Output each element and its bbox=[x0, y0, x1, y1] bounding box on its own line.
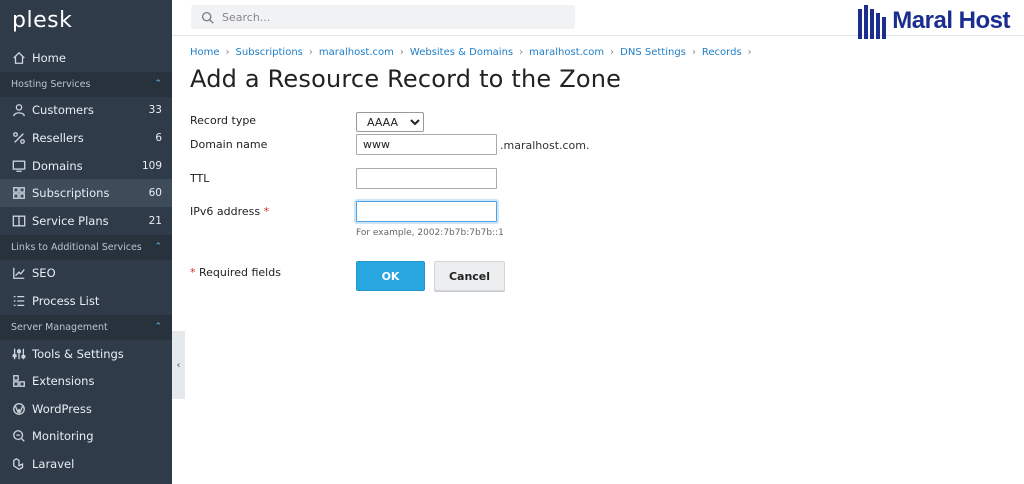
domain-suffix: .maralhost.com. bbox=[500, 139, 590, 152]
search-icon bbox=[201, 11, 214, 24]
chevron-up-icon: ⌃ bbox=[154, 79, 162, 90]
count-badge: 109 bbox=[141, 159, 162, 172]
sidebar-item-extensions[interactable]: Extensions bbox=[0, 367, 172, 395]
sidebar-item-label: Subscriptions bbox=[32, 186, 110, 201]
brand-mark-icon bbox=[858, 3, 890, 39]
search-input[interactable] bbox=[222, 10, 562, 24]
required-star: * bbox=[263, 205, 270, 218]
ok-button[interactable]: OK bbox=[356, 261, 425, 291]
sidebar-item-label: Monitoring bbox=[32, 429, 94, 444]
chevron-up-icon: ⌃ bbox=[154, 322, 162, 333]
section-hosting-services[interactable]: Hosting Services ⌃ bbox=[0, 71, 172, 97]
sidebar-item-process-list[interactable]: Process List bbox=[0, 287, 172, 315]
breadcrumb-dns-settings[interactable]: DNS Settings bbox=[620, 47, 686, 58]
sidebar-item-domains[interactable]: Domains 109 bbox=[0, 152, 172, 180]
breadcrumb-subscriptions[interactable]: Subscriptions bbox=[236, 47, 303, 58]
ttl-input[interactable] bbox=[356, 168, 497, 189]
monitor-icon bbox=[11, 158, 27, 174]
sidebar-item-resellers[interactable]: Resellers 6 bbox=[0, 124, 172, 152]
plesk-logo[interactable]: plesk bbox=[0, 0, 172, 44]
page-title: Add a Resource Record to the Zone bbox=[190, 65, 622, 93]
ipv6-address-label: IPv6 address * bbox=[190, 205, 270, 218]
sidebar-item-label: Process List bbox=[32, 293, 100, 308]
cancel-button[interactable]: Cancel bbox=[434, 261, 505, 291]
sidebar-item-customers[interactable]: Customers 33 bbox=[0, 97, 172, 125]
breadcrumb-subscription[interactable]: maralhost.com bbox=[319, 47, 394, 58]
record-type-label: Record type bbox=[190, 114, 257, 127]
ipv6-hint: For example, 2002:7b7b:7b7b::1 bbox=[356, 228, 504, 238]
domain-name-input[interactable] bbox=[356, 134, 497, 155]
sidebar-item-label: Home bbox=[32, 50, 66, 65]
sidebar-item-home[interactable]: Home bbox=[0, 44, 172, 72]
grid-icon bbox=[11, 185, 27, 201]
sidebar-item-label: Customers bbox=[32, 103, 94, 118]
section-links-additional-services[interactable]: Links to Additional Services ⌃ bbox=[0, 234, 172, 260]
sidebar-item-label: Extensions bbox=[32, 374, 95, 389]
breadcrumb-records[interactable]: Records bbox=[702, 47, 742, 58]
chevron-left-icon: ‹ bbox=[176, 359, 181, 371]
sidebar-item-monitoring[interactable]: Monitoring bbox=[0, 423, 172, 451]
count-badge: 33 bbox=[148, 104, 162, 117]
sidebar-item-label: Tools & Settings bbox=[32, 346, 124, 361]
count-badge: 21 bbox=[148, 214, 162, 227]
search-box[interactable] bbox=[191, 5, 575, 29]
percent-icon bbox=[11, 130, 27, 146]
section-server-management[interactable]: Server Management ⌃ bbox=[0, 314, 172, 340]
sidebar-collapse-handle[interactable]: ‹ bbox=[172, 331, 185, 399]
sidebar: plesk Home Hosting Services ⌃ Customers … bbox=[0, 0, 172, 484]
ttl-label: TTL bbox=[190, 172, 210, 185]
brand-logo[interactable]: Maral Host bbox=[858, 3, 1010, 39]
count-badge: 6 bbox=[155, 131, 162, 144]
top-bar: Maral Host bbox=[172, 0, 1024, 39]
breadcrumb-home[interactable]: Home bbox=[190, 47, 220, 58]
record-type-select[interactable]: AAAA bbox=[356, 112, 424, 132]
domain-name-label: Domain name bbox=[190, 138, 268, 151]
breadcrumb-separator-icon: › bbox=[691, 47, 696, 58]
sidebar-item-label: SEO bbox=[32, 266, 56, 281]
breadcrumb: Home › Subscriptions › maralhost.com › Webs… bbox=[190, 47, 1010, 58]
sidebar-item-label: Domains bbox=[32, 158, 83, 173]
sidebar-item-label: Laravel bbox=[32, 456, 75, 471]
ipv6-address-input[interactable] bbox=[356, 201, 497, 222]
laravel-icon bbox=[11, 456, 27, 472]
breadcrumb-separator-icon: › bbox=[610, 47, 615, 58]
sidebar-item-label: Service Plans bbox=[32, 213, 109, 228]
count-badge: 60 bbox=[148, 187, 162, 200]
brand-name: Maral Host bbox=[892, 7, 1010, 34]
chart-icon bbox=[11, 265, 27, 281]
breadcrumb-separator-icon: › bbox=[308, 47, 313, 58]
puzzle-icon bbox=[11, 373, 27, 389]
main-content: Home › Subscriptions › maralhost.com › Webs… bbox=[190, 36, 1010, 291]
wordpress-icon bbox=[11, 401, 27, 417]
sidebar-item-wordpress[interactable]: WordPress bbox=[0, 395, 172, 423]
breadcrumb-domain[interactable]: maralhost.com bbox=[529, 47, 604, 58]
breadcrumb-separator-icon: › bbox=[519, 47, 524, 58]
sidebar-item-laravel[interactable]: Laravel bbox=[0, 450, 172, 478]
breadcrumb-websites-domains[interactable]: Websites & Domains bbox=[410, 47, 513, 58]
monitoring-icon bbox=[11, 428, 27, 444]
list-icon bbox=[11, 293, 27, 309]
breadcrumb-separator-icon: › bbox=[225, 47, 230, 58]
sidebar-item-seo[interactable]: SEO bbox=[0, 260, 172, 288]
required-fields-note: * Required fields bbox=[190, 266, 281, 279]
sliders-icon bbox=[11, 346, 27, 362]
sidebar-item-service-plans[interactable]: Service Plans 21 bbox=[0, 207, 172, 235]
breadcrumb-separator-icon: › bbox=[747, 47, 752, 58]
sidebar-item-tools-settings[interactable]: Tools & Settings bbox=[0, 340, 172, 368]
sidebar-item-subscriptions[interactable]: Subscriptions 60 bbox=[0, 179, 172, 207]
home-icon bbox=[11, 50, 27, 66]
sidebar-item-label: WordPress bbox=[32, 401, 92, 416]
sidebar-item-label: Resellers bbox=[32, 130, 84, 145]
chevron-up-icon: ⌃ bbox=[154, 242, 162, 253]
breadcrumb-separator-icon: › bbox=[399, 47, 404, 58]
book-icon bbox=[11, 213, 27, 229]
user-icon bbox=[11, 102, 27, 118]
